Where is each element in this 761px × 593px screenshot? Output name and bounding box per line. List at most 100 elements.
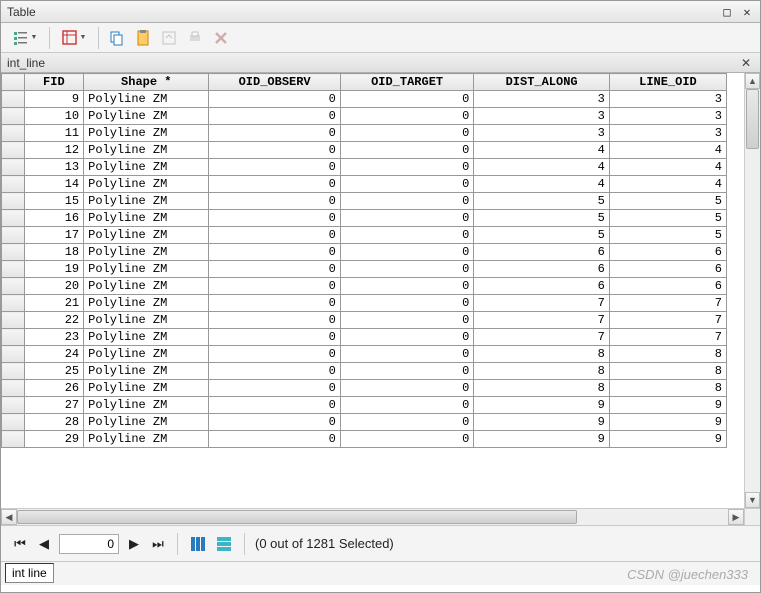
- cell-lineoid[interactable]: 7: [609, 329, 726, 346]
- cell-dist[interactable]: 3: [474, 125, 610, 142]
- table-row[interactable]: 16Polyline ZM0055: [2, 210, 727, 227]
- cell-shape[interactable]: Polyline ZM: [84, 295, 209, 312]
- cell-obs[interactable]: 0: [209, 159, 340, 176]
- cell-dist[interactable]: 8: [474, 346, 610, 363]
- cell-tgt[interactable]: 0: [340, 346, 473, 363]
- copy-table-button[interactable]: [105, 26, 129, 50]
- table-row[interactable]: 18Polyline ZM0066: [2, 244, 727, 261]
- cell-fid[interactable]: 18: [24, 244, 84, 261]
- cell-shape[interactable]: Polyline ZM: [84, 363, 209, 380]
- cell-lineoid[interactable]: 6: [609, 261, 726, 278]
- delete-button[interactable]: [209, 26, 233, 50]
- row-selector[interactable]: [2, 142, 25, 159]
- row-selector[interactable]: [2, 159, 25, 176]
- cell-obs[interactable]: 0: [209, 363, 340, 380]
- cell-tgt[interactable]: 0: [340, 380, 473, 397]
- cell-dist[interactable]: 7: [474, 312, 610, 329]
- cell-dist[interactable]: 8: [474, 380, 610, 397]
- cell-tgt[interactable]: 0: [340, 414, 473, 431]
- cell-shape[interactable]: Polyline ZM: [84, 91, 209, 108]
- cell-dist[interactable]: 3: [474, 108, 610, 125]
- cell-fid[interactable]: 26: [24, 380, 84, 397]
- cell-shape[interactable]: Polyline ZM: [84, 142, 209, 159]
- cell-obs[interactable]: 0: [209, 142, 340, 159]
- cell-dist[interactable]: 5: [474, 193, 610, 210]
- cell-shape[interactable]: Polyline ZM: [84, 261, 209, 278]
- cell-lineoid[interactable]: 9: [609, 414, 726, 431]
- row-selector[interactable]: [2, 431, 25, 448]
- table-row[interactable]: 14Polyline ZM0044: [2, 176, 727, 193]
- cell-shape[interactable]: Polyline ZM: [84, 159, 209, 176]
- cell-shape[interactable]: Polyline ZM: [84, 193, 209, 210]
- cell-dist[interactable]: 7: [474, 295, 610, 312]
- cell-tgt[interactable]: 0: [340, 312, 473, 329]
- cell-tgt[interactable]: 0: [340, 227, 473, 244]
- cell-obs[interactable]: 0: [209, 346, 340, 363]
- print-button[interactable]: [183, 26, 207, 50]
- cell-shape[interactable]: Polyline ZM: [84, 108, 209, 125]
- cell-fid[interactable]: 23: [24, 329, 84, 346]
- grid-scroll[interactable]: FID Shape * OID_OBSERV OID_TARGET DIST_A…: [1, 73, 760, 525]
- cell-dist[interactable]: 4: [474, 142, 610, 159]
- cell-fid[interactable]: 19: [24, 261, 84, 278]
- row-selector[interactable]: [2, 295, 25, 312]
- row-selector[interactable]: [2, 329, 25, 346]
- cell-dist[interactable]: 3: [474, 91, 610, 108]
- col-obs[interactable]: OID_OBSERV: [209, 74, 340, 91]
- cell-fid[interactable]: 29: [24, 431, 84, 448]
- cell-lineoid[interactable]: 4: [609, 142, 726, 159]
- table-tab[interactable]: int line: [5, 563, 54, 583]
- cell-obs[interactable]: 0: [209, 329, 340, 346]
- col-shape[interactable]: Shape *: [84, 74, 209, 91]
- row-selector[interactable]: [2, 363, 25, 380]
- cell-dist[interactable]: 5: [474, 227, 610, 244]
- show-all-records-button[interactable]: [188, 534, 208, 554]
- cell-lineoid[interactable]: 4: [609, 159, 726, 176]
- cell-tgt[interactable]: 0: [340, 142, 473, 159]
- cell-dist[interactable]: 5: [474, 210, 610, 227]
- cell-shape[interactable]: Polyline ZM: [84, 414, 209, 431]
- last-record-button[interactable]: ⏭: [149, 536, 167, 552]
- next-record-button[interactable]: ▶: [125, 536, 143, 552]
- row-selector-header[interactable]: [2, 74, 25, 91]
- cell-tgt[interactable]: 0: [340, 210, 473, 227]
- cell-tgt[interactable]: 0: [340, 431, 473, 448]
- cell-lineoid[interactable]: 7: [609, 312, 726, 329]
- cell-shape[interactable]: Polyline ZM: [84, 125, 209, 142]
- cell-fid[interactable]: 20: [24, 278, 84, 295]
- row-selector[interactable]: [2, 108, 25, 125]
- table-row[interactable]: 27Polyline ZM0099: [2, 397, 727, 414]
- cell-obs[interactable]: 0: [209, 397, 340, 414]
- cell-fid[interactable]: 28: [24, 414, 84, 431]
- cell-dist[interactable]: 6: [474, 244, 610, 261]
- table-row[interactable]: 15Polyline ZM0055: [2, 193, 727, 210]
- cell-lineoid[interactable]: 4: [609, 176, 726, 193]
- vertical-scrollbar[interactable]: ▲ ▼: [744, 73, 760, 508]
- close-table-button[interactable]: ✕: [738, 56, 754, 70]
- table-row[interactable]: 29Polyline ZM0099: [2, 431, 727, 448]
- horizontal-scrollbar[interactable]: ◀ ▶: [1, 508, 744, 525]
- cell-fid[interactable]: 14: [24, 176, 84, 193]
- cell-lineoid[interactable]: 3: [609, 125, 726, 142]
- cell-tgt[interactable]: 0: [340, 261, 473, 278]
- table-row[interactable]: 21Polyline ZM0077: [2, 295, 727, 312]
- cell-fid[interactable]: 13: [24, 159, 84, 176]
- cell-shape[interactable]: Polyline ZM: [84, 431, 209, 448]
- cell-shape[interactable]: Polyline ZM: [84, 176, 209, 193]
- hscroll-track[interactable]: [17, 509, 728, 525]
- vscroll-track[interactable]: [745, 89, 760, 492]
- cell-obs[interactable]: 0: [209, 312, 340, 329]
- cell-lineoid[interactable]: 3: [609, 91, 726, 108]
- cell-obs[interactable]: 0: [209, 91, 340, 108]
- cell-tgt[interactable]: 0: [340, 193, 473, 210]
- cell-tgt[interactable]: 0: [340, 295, 473, 312]
- cell-lineoid[interactable]: 9: [609, 397, 726, 414]
- cell-tgt[interactable]: 0: [340, 125, 473, 142]
- cell-tgt[interactable]: 0: [340, 363, 473, 380]
- cell-tgt[interactable]: 0: [340, 278, 473, 295]
- table-row[interactable]: 28Polyline ZM0099: [2, 414, 727, 431]
- maximize-button[interactable]: □: [718, 4, 736, 20]
- cell-tgt[interactable]: 0: [340, 244, 473, 261]
- close-button[interactable]: ✕: [738, 4, 756, 20]
- table-row[interactable]: 24Polyline ZM0088: [2, 346, 727, 363]
